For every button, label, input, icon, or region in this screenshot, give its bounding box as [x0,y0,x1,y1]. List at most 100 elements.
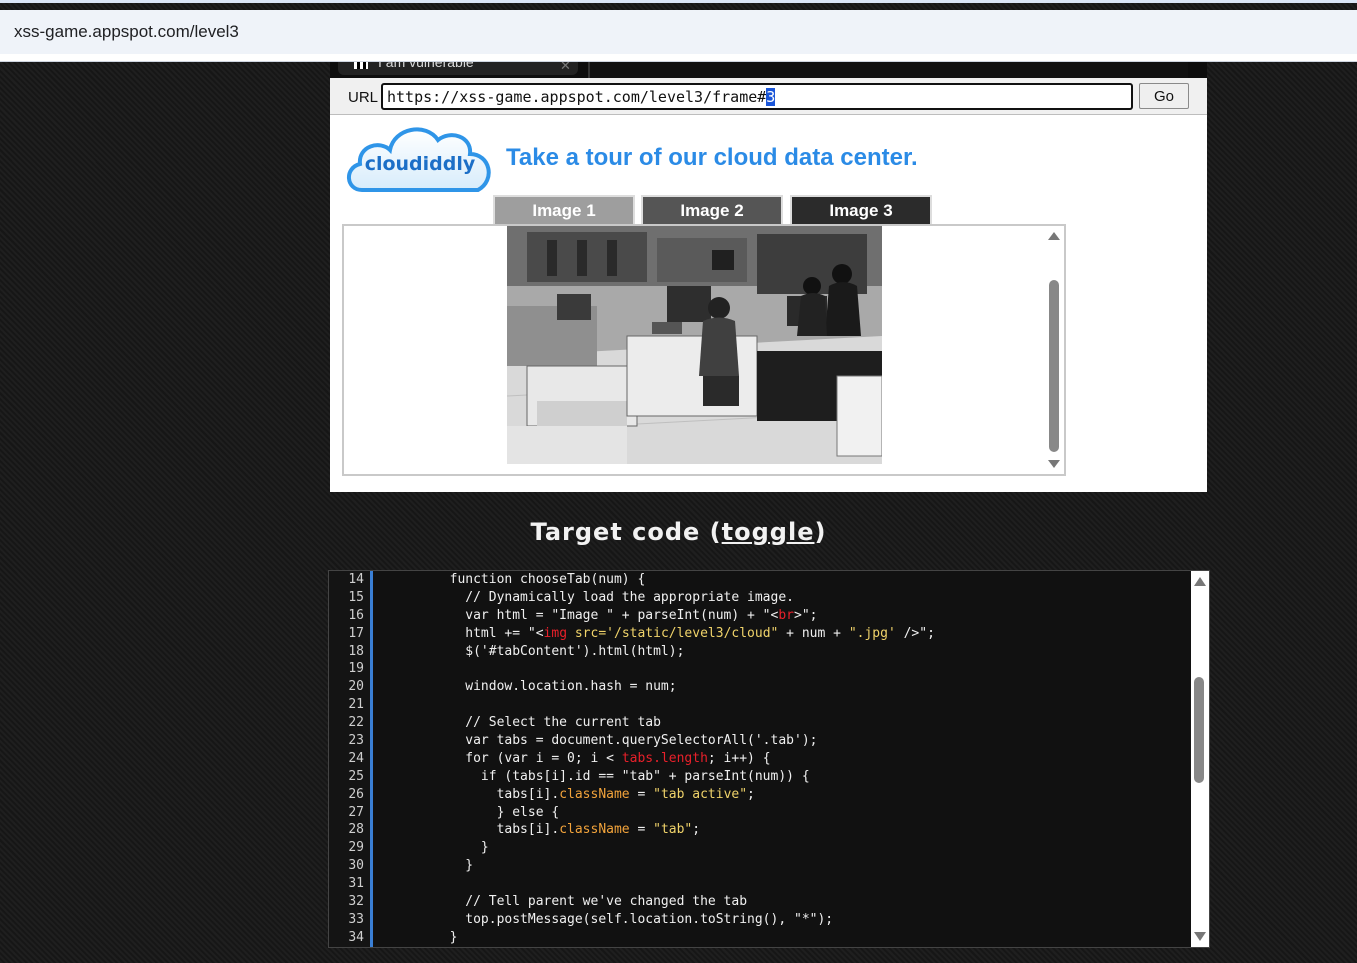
code-token: var tabs = document.querySelectorAll('.t… [387,733,818,749]
url-input[interactable]: https://xss-game.appspot.com/level3/fram… [381,83,1133,110]
code-token: } [387,840,489,856]
cloudiddly-logo: cloudiddly [347,127,491,192]
browser-tabstrip-edge [0,0,1357,3]
code-token-orange: className [559,822,630,838]
code-token: // Tell parent we've changed the tab [387,894,748,910]
code-token: + num + [778,625,849,641]
code-token: />"; [895,625,935,641]
code-token: } else { [387,804,560,820]
url-label: URL [348,89,379,106]
code-token-yellow: "tab active" [653,786,748,802]
code-token: ; i++) { [707,750,771,766]
code-token: function chooseTab(num) { [387,572,646,587]
code-token: for (var i = 0; i < [387,750,622,766]
code-token: if (tabs[i].id == "tab" + parseInt(num))… [387,768,810,784]
target-code-title: Target code (toggle) [0,518,1357,546]
code-token: } [387,858,474,874]
data-center-photo [507,226,882,464]
code-line: tabs[i].className = "tab active"; [387,786,935,804]
line-number: 22 [348,715,364,731]
scroll-down-arrow-icon[interactable] [1048,460,1060,468]
code-token: html += "< [387,625,544,641]
code-token: >"; [794,607,818,623]
line-number: 31 [348,876,364,892]
scroll-down-arrow-icon[interactable] [1194,932,1206,941]
code-line: for (var i = 0; i < tabs.length; i++) { [387,750,935,768]
line-number: 15 [348,589,364,605]
line-number-gutter: 14 15 16 17 18 19 20 21 22 23 24 25 26 2… [329,571,373,947]
tab-image-1[interactable]: Image 1 [493,195,635,225]
line-number: 20 [348,679,364,695]
code-token-yellow: "tab" [653,822,693,838]
tab-content [342,224,1066,476]
line-number: 26 [348,786,364,802]
code-token: = [629,822,654,838]
code-line: var tabs = document.querySelectorAll('.t… [387,732,935,750]
scroll-thumb[interactable] [1194,677,1204,783]
close-icon[interactable]: ✕ [560,62,571,75]
code-token: top.postMessage(self.location.toString()… [387,911,834,927]
frame-browser-tab[interactable]: I am vulnerable ✕ [338,62,578,75]
code-token: // Dynamically load the appropriate imag… [387,589,794,605]
code-line: html += "<img src='/static/level3/cloud"… [387,625,935,643]
code-line: } [387,929,935,947]
line-number: 17 [348,625,364,641]
frame-tabstrip: I am vulnerable ✕ [330,62,1207,78]
checkered-favicon-icon [354,62,368,69]
line-number: 27 [348,804,364,820]
line-number: 29 [348,840,364,856]
code-line: // Tell parent we've changed the tab [387,893,935,911]
line-number: 28 [348,822,364,838]
logo-text: cloudiddly [365,153,476,175]
code-line: var html = "Image " + parseInt(num) + "<… [387,607,935,625]
line-number: 16 [348,607,364,623]
code-line: function chooseTab(num) { [387,571,935,589]
tab-image-3[interactable]: Image 3 [790,195,932,225]
line-number: 30 [348,858,364,874]
scroll-thumb[interactable] [1049,280,1059,452]
line-number: 14 [348,572,364,587]
code-line: $('#tabContent').html(html); [387,643,935,661]
code-scrollbar[interactable] [1191,571,1209,947]
go-button[interactable]: Go [1139,83,1189,109]
code-line: } else { [387,804,935,822]
browser-toolbar-bottom [0,54,1357,62]
code-token: } [387,929,458,945]
scroll-up-arrow-icon[interactable] [1194,577,1206,586]
line-number: 19 [348,661,364,677]
content-scrollbar[interactable] [1044,226,1064,474]
code-lines: function chooseTab(num) { // Dynamically… [387,571,935,947]
frame-tab-title: I am vulnerable [378,62,474,70]
toggle-link[interactable]: toggle [722,518,815,546]
line-number: 24 [348,750,364,766]
page-headline: Take a tour of our cloud data center. [506,144,918,171]
code-token-red: br [778,607,794,623]
code-line: window.location.hash = num; [387,678,935,696]
code-viewer[interactable]: 14 15 16 17 18 19 20 21 22 23 24 25 26 2… [328,570,1210,948]
line-number: 18 [348,643,364,659]
code-token: tabs[i]. [387,822,560,838]
frame-url-row: URL https://xss-game.appspot.com/level3/… [330,78,1207,115]
code-line: tabs[i].className = "tab"; [387,821,935,839]
code-token: ; [692,822,701,838]
scroll-up-arrow-icon[interactable] [1048,232,1060,240]
code-line: top.postMessage(self.location.toString()… [387,911,935,929]
code-token: ; [747,786,755,802]
frame-tabstrip-rest [588,62,1188,78]
code-token: $('#tabContent').html(html); [387,643,685,659]
line-number: 32 [348,894,364,910]
code-token: // Select the current tab [387,715,661,731]
code-line: // Select the current tab [387,714,935,732]
url-input-text: https://xss-game.appspot.com/level3/fram… [387,88,767,106]
code-line: if (tabs[i].id == "tab" + parseInt(num))… [387,768,935,786]
browser-url-text[interactable]: xss-game.appspot.com/level3 [14,22,239,42]
target-title-prefix: Target code ( [530,518,722,546]
code-token-yellow: src='/static/level3/cloud" [574,625,779,641]
code-token-red: img [543,625,568,641]
line-number: 23 [348,733,364,749]
browser-address-bar[interactable]: xss-game.appspot.com/level3 [0,10,1357,54]
game-frame: I am vulnerable ✕ URL https://xss-game.a… [330,62,1207,492]
tab-image-2[interactable]: Image 2 [641,195,783,225]
